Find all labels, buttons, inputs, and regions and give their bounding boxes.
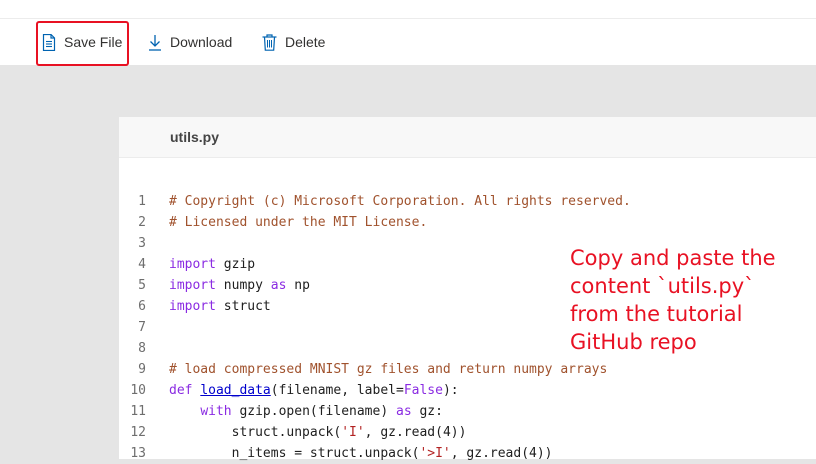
line-source: struct.unpack('I', gz.read(4)) — [169, 422, 467, 443]
code-line: 2 # Licensed under the MIT License. — [119, 212, 816, 233]
code-token: (filename, label= — [270, 383, 404, 398]
code-token: as — [270, 278, 287, 293]
line-source: def load_data(filename, label=False): — [169, 380, 459, 401]
line-number: 12 — [130, 425, 146, 440]
code-token: 'I' — [341, 425, 365, 440]
line-source: import numpy as np — [169, 275, 310, 296]
code-token: import — [169, 257, 216, 272]
code-token: numpy — [215, 278, 271, 293]
annotation-line: Copy and paste the — [570, 246, 776, 270]
line-source: # load compressed MNIST gz files and ret… — [169, 359, 607, 380]
command-toolbar: Save File Download Delete — [0, 19, 816, 65]
code-token: struct.unpack( — [169, 425, 342, 440]
line-number: 6 — [138, 299, 146, 314]
line-number: 4 — [138, 257, 146, 272]
line-number: 3 — [138, 236, 146, 251]
code-line: 10 def load_data(filename, label=False): — [119, 380, 816, 401]
code-token: # Licensed under the MIT License. — [169, 215, 428, 230]
file-tab-bar: utils.py — [119, 117, 816, 158]
top-bar — [0, 0, 816, 19]
trash-icon — [262, 33, 277, 51]
code-line: 1 # Copyright (c) Microsoft Corporation. … — [119, 191, 816, 212]
code-token: , gz.read(4)) — [364, 425, 467, 440]
delete-button[interactable]: Delete — [262, 19, 325, 65]
line-source: import struct — [169, 296, 271, 317]
annotation-line: content `utils.py` — [570, 274, 755, 298]
code-line: 13 n_items = struct.unpack('>I', gz.read… — [119, 443, 816, 464]
line-number: 10 — [130, 383, 146, 398]
download-icon — [148, 34, 162, 51]
code-token: load_data — [200, 383, 271, 398]
code-line: 11 with gzip.open(filename) as gz: — [119, 401, 816, 422]
instruction-annotation: Copy and paste the content `utils.py` from… — [570, 244, 810, 356]
line-number: 13 — [130, 446, 146, 461]
code-token: import — [169, 278, 216, 293]
code-token: # Copyright (c) Microsoft Corporation. A… — [169, 194, 631, 209]
code-token: gzip.open(filename) — [231, 404, 396, 419]
file-tab-title: utils.py — [170, 129, 220, 145]
code-token: np — [286, 278, 310, 293]
annotation-line: GitHub repo — [570, 330, 697, 354]
code-token: False — [403, 383, 443, 398]
line-source: n_items = struct.unpack('>I', gz.read(4)… — [169, 443, 553, 464]
line-number: 11 — [130, 404, 146, 419]
line-number: 2 — [138, 215, 146, 230]
line-source: import gzip — [169, 254, 255, 275]
line-number: 1 — [138, 194, 146, 209]
annotation-line: from the tutorial — [570, 302, 743, 326]
document-icon — [42, 33, 56, 51]
delete-label: Delete — [285, 34, 326, 50]
code-token: struct — [215, 299, 271, 314]
save-file-label: Save File — [64, 34, 123, 50]
line-number: 7 — [138, 320, 146, 335]
save-file-button[interactable]: Save File — [42, 19, 122, 65]
line-number: 8 — [138, 341, 146, 356]
code-token: with — [200, 404, 232, 419]
download-button[interactable]: Download — [148, 19, 232, 65]
code-token: as — [396, 404, 412, 419]
line-source: with gzip.open(filename) as gz: — [169, 401, 443, 422]
code-token: ): — [442, 383, 459, 398]
line-source: # Licensed under the MIT License. — [169, 212, 427, 233]
line-source: # Copyright (c) Microsoft Corporation. A… — [169, 191, 631, 212]
code-token: def — [169, 383, 193, 398]
line-number: 9 — [138, 362, 146, 377]
code-token: # load compressed MNIST gz files and ret… — [169, 362, 608, 377]
code-token: gzip — [215, 257, 256, 272]
line-number: 5 — [138, 278, 146, 293]
code-line: 12 struct.unpack('I', gz.read(4)) — [119, 422, 816, 443]
code-token: gz: — [411, 404, 443, 419]
code-token: import — [169, 299, 216, 314]
download-label: Download — [170, 34, 233, 50]
code-line: 9 # load compressed MNIST gz files and re… — [119, 359, 816, 380]
